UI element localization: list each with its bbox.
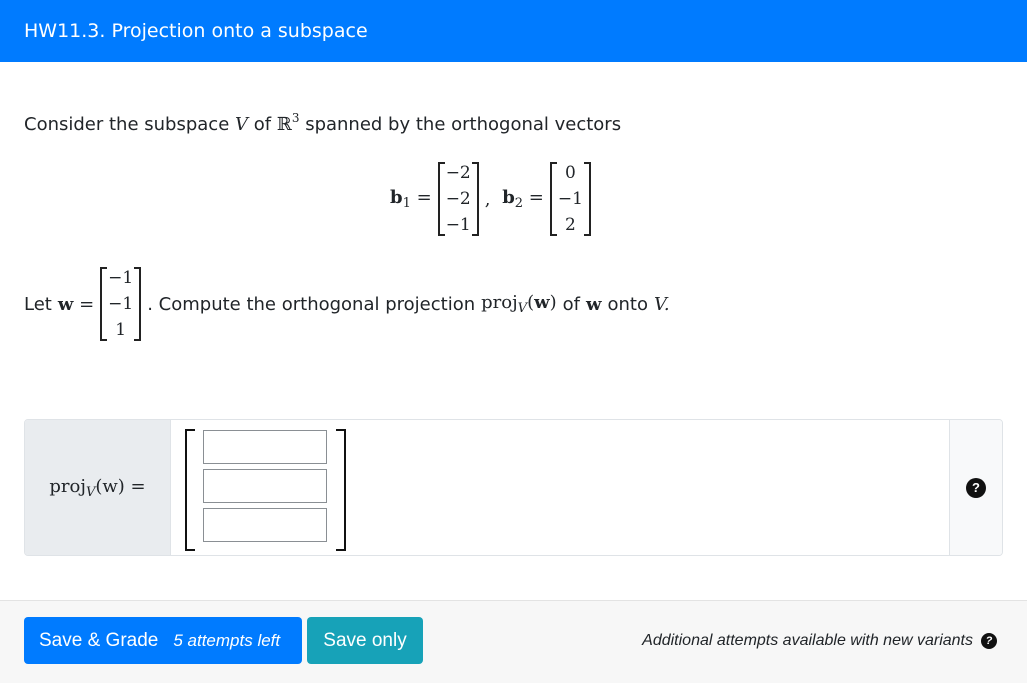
answer-label: projV(w) = bbox=[25, 420, 171, 555]
intro-real-space: ℝ3 bbox=[276, 111, 300, 135]
of-text: of bbox=[562, 293, 580, 315]
b2-label: b2 = bbox=[502, 187, 544, 211]
comma: , bbox=[484, 188, 497, 210]
intro-subspace-symbol: V bbox=[235, 114, 249, 135]
left-bracket bbox=[185, 429, 195, 551]
w-entry: −1 bbox=[108, 294, 134, 314]
b1-entry: −2 bbox=[445, 163, 471, 183]
proj-subscript: V bbox=[85, 484, 96, 500]
b2-entry: −1 bbox=[557, 189, 583, 209]
proj-argument: (w) = bbox=[95, 475, 146, 497]
w-label: w = bbox=[57, 293, 95, 315]
attempts-left-label: 5 attempts left bbox=[173, 630, 281, 650]
subspace-symbol: V. bbox=[653, 293, 670, 315]
help-cell: ? bbox=[949, 420, 1002, 555]
page-header: HW11.3. Projection onto a subspace bbox=[0, 0, 1027, 62]
save-only-label: Save only bbox=[323, 629, 407, 651]
answer-input-2[interactable] bbox=[203, 469, 327, 503]
b1-entry: −2 bbox=[445, 189, 471, 209]
b1-entry: −1 bbox=[445, 215, 471, 235]
let-text: Let bbox=[24, 293, 52, 315]
intro-text: Consider the subspace bbox=[24, 114, 230, 135]
answer-matrix bbox=[171, 420, 949, 555]
proj-expression: projV(w) bbox=[481, 292, 557, 316]
additional-attempts-note: Additional attempts available with new v… bbox=[642, 617, 997, 664]
question-intro: Consider the subspace V of ℝ3 spanned by… bbox=[24, 111, 621, 135]
proj-label: proj bbox=[49, 475, 86, 497]
basis-vectors: b1 = −2 −2 −1 , b2 = 0 −1 2 bbox=[390, 153, 592, 245]
w-entry: −1 bbox=[108, 268, 134, 288]
b1-label: b1 = bbox=[390, 187, 432, 211]
w-symbol: w bbox=[585, 293, 602, 315]
intro-suffix: spanned by the orthogonal vectors bbox=[305, 114, 622, 135]
compute-text: . Compute the orthogonal projection bbox=[147, 293, 476, 315]
answer-input-3[interactable] bbox=[203, 508, 327, 542]
b1-vector: −2 −2 −1 bbox=[437, 160, 479, 238]
question-prompt: Let w = −1 −1 1 . Compute the orthogonal… bbox=[24, 258, 670, 350]
save-grade-label: Save & Grade bbox=[39, 629, 159, 651]
page-title: HW11.3. Projection onto a subspace bbox=[24, 20, 368, 42]
intro-of: of bbox=[253, 114, 272, 135]
save-grade-button[interactable]: Save & Grade 5 attempts left bbox=[24, 617, 302, 664]
right-bracket bbox=[336, 429, 346, 551]
question-circle-icon[interactable]: ? bbox=[981, 632, 997, 649]
b2-entry: 2 bbox=[565, 215, 576, 235]
note-text: Additional attempts available with new v… bbox=[642, 631, 973, 649]
answer-input-1[interactable] bbox=[203, 430, 327, 464]
b2-entry: 0 bbox=[565, 163, 576, 183]
question-circle-icon[interactable]: ? bbox=[966, 477, 986, 498]
footer-bar: Save & Grade 5 attempts left Save only A… bbox=[0, 600, 1027, 683]
onto-text: onto bbox=[607, 293, 648, 315]
w-vector: −1 −1 1 bbox=[100, 265, 142, 343]
answer-card: projV(w) = ? bbox=[24, 419, 1003, 556]
save-only-button[interactable]: Save only bbox=[307, 617, 423, 664]
b2-vector: 0 −1 2 bbox=[549, 160, 592, 238]
w-entry: 1 bbox=[115, 320, 127, 340]
